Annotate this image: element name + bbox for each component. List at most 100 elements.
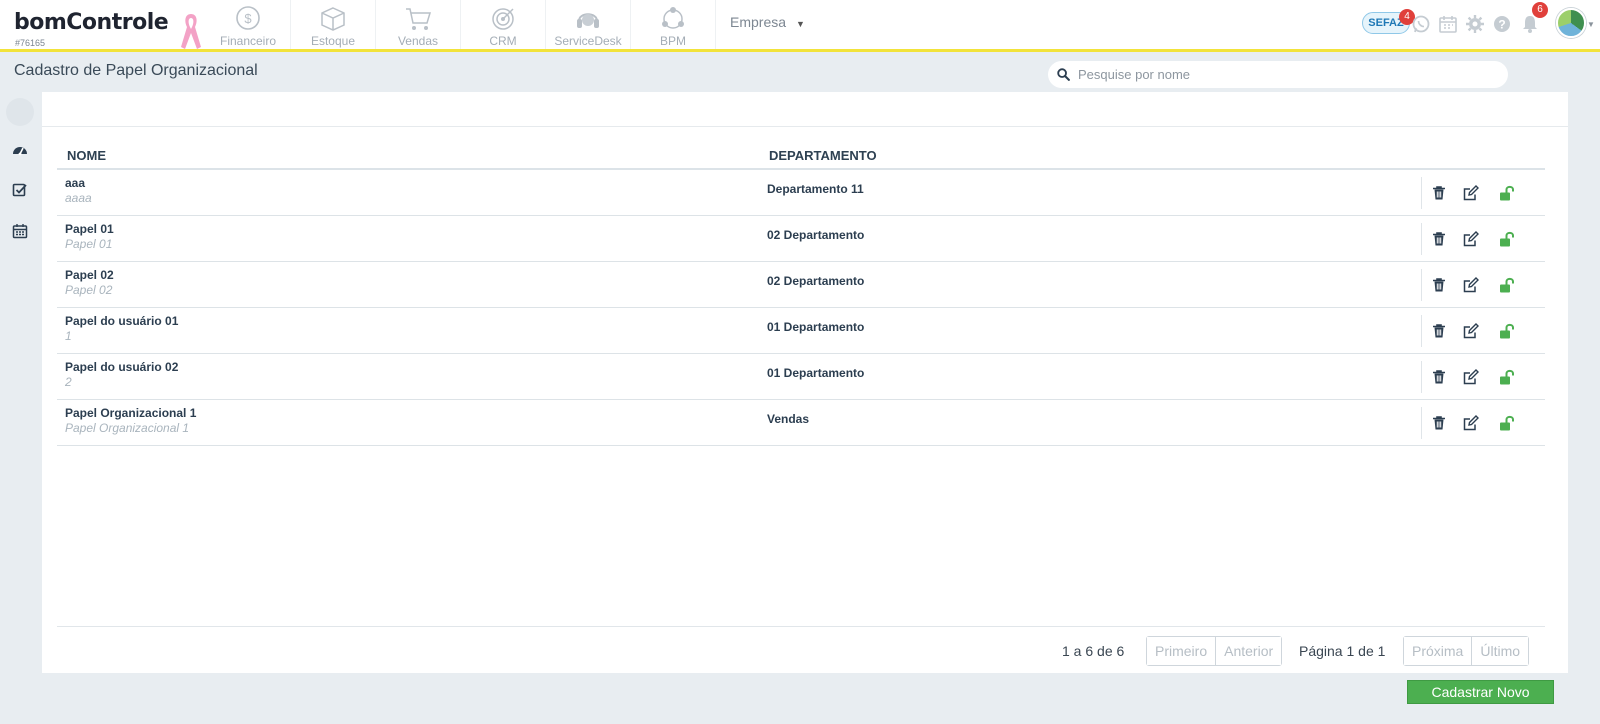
logo[interactable]: bomControle #76165 — [14, 10, 169, 48]
calendar-icon[interactable] — [1438, 14, 1458, 34]
edit-icon[interactable] — [1463, 185, 1479, 201]
trash-icon[interactable] — [1431, 231, 1447, 247]
next-page-button[interactable]: Próxima — [1404, 637, 1472, 665]
dashboard-icon[interactable] — [12, 142, 28, 158]
divider — [57, 626, 1545, 627]
search-input[interactable] — [1078, 67, 1478, 82]
role-department: 01 Departamento — [767, 320, 865, 334]
add-new-button[interactable]: Cadastrar Novo — [1407, 680, 1554, 704]
edit-icon[interactable] — [1463, 415, 1479, 431]
role-description: 1 — [65, 329, 72, 343]
unlock-icon[interactable] — [1499, 277, 1515, 293]
svg-text:?: ? — [1498, 18, 1505, 32]
row-actions — [1421, 223, 1545, 255]
logo-text: bomControle — [14, 10, 169, 35]
edit-icon[interactable] — [1463, 369, 1479, 385]
trash-icon[interactable] — [1431, 323, 1447, 339]
unlock-icon[interactable] — [1499, 323, 1515, 339]
unlock-icon[interactable] — [1499, 231, 1515, 247]
search-icon — [1057, 68, 1070, 81]
unlock-icon[interactable] — [1499, 415, 1515, 431]
table-row[interactable]: Papel do usuário 02 2 01 Departamento — [57, 354, 1545, 400]
table-row[interactable]: Papel Organizacional 1 Papel Organizacio… — [57, 400, 1545, 446]
first-page-button[interactable]: Primeiro — [1147, 637, 1216, 665]
module-label: CRM — [489, 34, 517, 48]
edit-icon[interactable] — [1463, 231, 1479, 247]
main-panel: NOME DEPARTAMENTO aaa aaaa Departamento … — [42, 92, 1568, 673]
process-icon — [662, 7, 684, 29]
account-id: #76165 — [15, 38, 46, 48]
module-financeiro[interactable]: $ Financeiro — [206, 0, 291, 49]
top-bar: bomControle #76165 $ Financeiro Estoque … — [0, 0, 1600, 52]
notifications-badge: 6 — [1532, 2, 1548, 18]
avatar-caret-icon[interactable]: ▼ — [1587, 20, 1595, 29]
trash-icon[interactable] — [1431, 369, 1447, 385]
column-header-nome[interactable]: NOME — [67, 148, 106, 163]
gear-icon[interactable] — [1465, 14, 1485, 34]
previous-page-button[interactable]: Anterior — [1215, 637, 1282, 665]
row-actions — [1421, 177, 1545, 209]
company-menu-label: Empresa — [730, 14, 787, 30]
company-menu[interactable]: Empresa ▼ — [730, 14, 805, 30]
role-description: Papel 02 — [65, 283, 113, 297]
unlock-icon[interactable] — [1499, 369, 1515, 385]
module-label: ServiceDesk — [554, 34, 622, 48]
pagination-prev-group: Primeiro Anterior — [1146, 636, 1283, 666]
user-avatar[interactable] — [1556, 8, 1586, 38]
collapse-toggle-button[interactable] — [6, 98, 34, 126]
row-actions — [1421, 315, 1545, 347]
search-box[interactable] — [1048, 61, 1508, 88]
left-rail — [0, 92, 40, 724]
role-department: Departamento 11 — [767, 182, 864, 196]
calendar-icon[interactable] — [12, 223, 28, 239]
module-servicedesk[interactable]: ServiceDesk — [546, 0, 631, 49]
table-row[interactable]: Papel do usuário 01 1 01 Departamento — [57, 308, 1545, 354]
module-crm[interactable]: CRM — [461, 0, 546, 49]
tasks-icon[interactable] — [12, 182, 28, 198]
column-header-departamento[interactable]: DEPARTAMENTO — [769, 148, 877, 163]
whatsapp-icon[interactable] — [1411, 14, 1431, 34]
module-label: BPM — [659, 34, 686, 48]
module-bpm[interactable]: BPM — [631, 0, 716, 49]
row-actions — [1421, 361, 1545, 393]
row-actions — [1421, 407, 1545, 439]
help-icon[interactable]: ? — [1492, 14, 1512, 34]
pink-ribbon-icon — [180, 12, 202, 55]
trash-icon[interactable] — [1431, 277, 1447, 293]
edit-icon[interactable] — [1463, 323, 1479, 339]
module-label: Financeiro — [219, 34, 277, 48]
pagination-next-group: Próxima Último — [1403, 636, 1530, 666]
role-name: Papel do usuário 01 — [65, 314, 179, 328]
role-department: 02 Departamento — [767, 274, 865, 288]
table-row[interactable]: Papel 02 Papel 02 02 Departamento — [57, 262, 1545, 308]
module-nav: $ Financeiro Estoque Vendas CRM ServiceD… — [206, 0, 716, 49]
module-label: Vendas — [397, 34, 439, 48]
trash-icon[interactable] — [1431, 185, 1447, 201]
target-icon — [492, 8, 514, 30]
module-label: Estoque — [310, 34, 356, 48]
role-name: Papel 01 — [65, 222, 114, 236]
role-description: 2 — [65, 375, 72, 389]
role-department: Vendas — [767, 412, 810, 426]
svg-text:$: $ — [244, 11, 252, 26]
module-vendas[interactable]: Vendas — [376, 0, 461, 49]
last-page-button[interactable]: Último — [1471, 637, 1529, 665]
role-name: Papel Organizacional 1 — [65, 406, 197, 420]
record-count: 1 a 6 de 6 — [1062, 643, 1125, 659]
role-description: Papel Organizacional 1 — [65, 421, 190, 435]
unlock-icon[interactable] — [1499, 185, 1515, 201]
edit-icon[interactable] — [1463, 277, 1479, 293]
module-estoque[interactable]: Estoque — [291, 0, 376, 49]
cart-icon — [406, 8, 432, 30]
role-name: Papel 02 — [65, 268, 114, 282]
table-row[interactable]: Papel 01 Papel 01 02 Departamento — [57, 216, 1545, 262]
role-description: Papel 01 — [65, 237, 113, 251]
role-department: 01 Departamento — [767, 366, 865, 380]
caret-down-icon: ▼ — [796, 19, 805, 29]
table-header: NOME DEPARTAMENTO — [57, 146, 1545, 170]
table-row[interactable]: aaa aaaa Departamento 11 — [57, 170, 1545, 216]
role-department: 02 Departamento — [767, 228, 865, 242]
headset-icon — [577, 13, 599, 28]
trash-icon[interactable] — [1431, 415, 1447, 431]
page-indicator: Página 1 de 1 — [1299, 643, 1386, 659]
